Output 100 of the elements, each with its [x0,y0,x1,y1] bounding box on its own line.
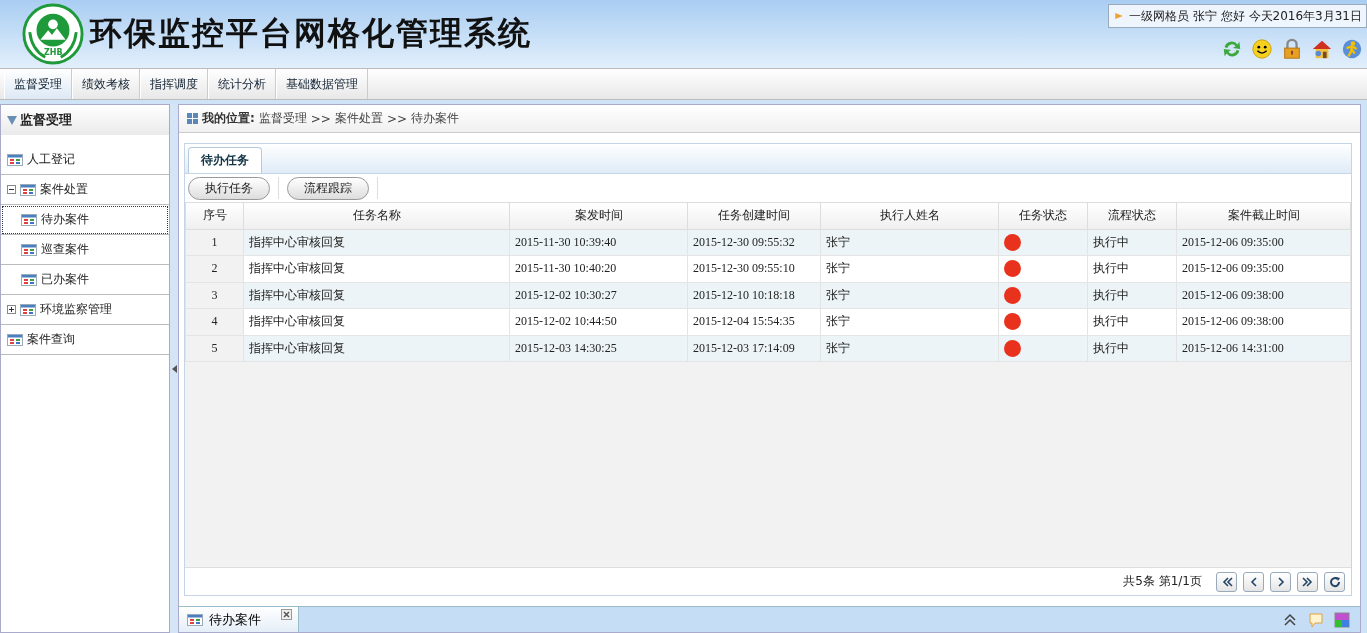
table-cell: 2015-12-06 09:35:00 [1176,255,1351,282]
table-cell: 2015-12-06 09:35:00 [1176,229,1351,256]
refresh-button[interactable] [1324,571,1345,592]
first-page-button[interactable] [1216,571,1237,592]
previous-page-button[interactable] [1243,571,1264,592]
double-chevron-up-icon[interactable] [1282,611,1298,628]
collapse-arrow-icon[interactable] [171,364,177,373]
breadcrumb-separator: >> [386,111,408,126]
lock-icon[interactable] [1281,38,1303,60]
table-row[interactable]: 1 指挥中心审核回复 2015-11-30 10:39:40 2015-12-30 09:55:32 张宁 执行中 2015-12-06 09:35:00 [185,229,1351,256]
pager-summary: 共5条 第1/1页 [1123,573,1202,590]
table-cell: 2015-12-06 09:38:00 [1176,282,1351,309]
tree-item[interactable]: 巡查案件 [1,235,169,265]
grid-icon [7,333,23,346]
grid-icon [20,183,36,196]
tab-label: 待办案件 [209,610,261,629]
table-cell: 2015-12-10 10:18:18 [687,282,821,309]
column-header[interactable]: 序号 [185,203,244,229]
table-cell: 3 [185,282,244,309]
table-cell: 2015-11-30 10:40:20 [509,255,688,282]
close-icon[interactable] [281,609,292,620]
table-cell: 执行中 [1087,229,1177,256]
table-cell: 2015-12-03 14:30:25 [509,335,688,362]
table-cell: 张宁 [820,282,999,309]
collapse-triangle-icon[interactable] [7,115,17,125]
toolbar-button[interactable]: 执行任务 [188,176,270,200]
next-page-button[interactable] [1270,571,1291,592]
column-header[interactable]: 执行人姓名 [820,203,999,229]
menu-tab[interactable]: 统计分析 [208,69,276,99]
grid-icon [21,273,37,286]
grid-icon [20,303,36,316]
breadcrumb-separator: >> [310,111,331,126]
table-cell: 执行中 [1087,335,1177,362]
sidebar-title: 监督受理 [20,111,72,129]
toolbar-button[interactable]: 流程跟踪 [287,176,369,200]
table-cell: 张宁 [820,229,999,256]
menu-tab[interactable]: 绩效考核 [72,69,140,99]
table-cell: 2015-12-03 17:14:09 [687,335,821,362]
tree-item[interactable]: 人工登记 [1,145,169,175]
breadcrumb-label: 我的位置: [202,110,255,127]
menu-tab[interactable]: 指挥调度 [140,69,208,99]
running-figure-icon[interactable] [1341,38,1363,60]
table-row[interactable]: 3 指挥中心审核回复 2015-12-02 10:30:27 2015-12-10 10:18:18 张宁 执行中 2015-12-06 09:38:00 [185,282,1351,309]
tree-label: 人工登记 [27,151,75,168]
breadcrumb-item: 监督受理 [258,110,307,127]
tree-label: 环境监察管理 [40,301,112,318]
grid-icon [21,213,37,226]
grid-squares-icon [187,113,198,124]
leaf-emblem-icon [22,3,84,65]
tree-item[interactable]: 已办案件 [1,265,169,295]
tree-label: 已办案件 [41,271,89,288]
column-header[interactable]: 案件截止时间 [1176,203,1351,229]
tree-item[interactable]: 案件处置 [1,175,169,205]
last-page-icon [1301,575,1314,588]
color-square-icon[interactable] [1334,611,1350,628]
table-cell: 执行中 [1087,255,1177,282]
table-cell: 指挥中心审核回复 [243,255,510,282]
table-cell: 执行中 [1087,282,1177,309]
tree-item[interactable]: 环境监察管理 [1,295,169,325]
panel-tab[interactable]: 待办任务 [188,147,262,173]
table-cell: 2015-12-06 09:38:00 [1176,308,1351,335]
table-cell: 指挥中心审核回复 [243,335,510,362]
menu-tab[interactable]: 监督受理 [4,69,72,99]
tree-label: 案件处置 [40,181,88,198]
smiley-icon[interactable] [1251,38,1273,60]
menu-tab[interactable]: 基础数据管理 [276,69,368,99]
table-cell: 2015-12-02 10:44:50 [509,308,688,335]
house-icon[interactable] [1311,38,1333,60]
bottom-tab[interactable]: 待办案件 [179,607,299,632]
table-row[interactable]: 2 指挥中心审核回复 2015-11-30 10:40:20 2015-12-30 09:55:10 张宁 执行中 2015-12-06 09:35:00 [185,255,1351,282]
table-cell: 2015-12-30 09:55:32 [687,229,821,256]
plus-box-icon[interactable] [7,305,16,314]
table-cell: 2015-12-06 14:31:00 [1176,335,1351,362]
table-cell: 2015-11-30 10:39:40 [509,229,688,256]
minus-box-icon[interactable] [7,185,16,194]
refresh-icon [1328,575,1341,588]
tree-item[interactable]: 待办案件 [1,205,169,235]
grid-icon [21,243,37,256]
table-cell: 张宁 [820,255,999,282]
column-header[interactable]: 流程状态 [1087,203,1177,229]
column-header[interactable]: 任务创建时间 [687,203,821,229]
last-page-button[interactable] [1297,571,1318,592]
table-row[interactable]: 4 指挥中心审核回复 2015-12-02 10:44:50 2015-12-04 15:54:35 张宁 执行中 2015-12-06 09:38:00 [185,308,1351,335]
table-cell: 2015-12-02 10:30:27 [509,282,688,309]
grid-icon [7,153,23,166]
table-cell: 张宁 [820,335,999,362]
table-row[interactable]: 5 指挥中心审核回复 2015-12-03 14:30:25 2015-12-03 17:14:09 张宁 执行中 2015-12-06 14:31:00 [185,335,1351,362]
tree-item[interactable]: 案件查询 [1,325,169,355]
table-cell: 指挥中心审核回复 [243,282,510,309]
tree-label: 待办案件 [41,211,89,228]
table-cell: 执行中 [1087,308,1177,335]
column-header[interactable]: 任务名称 [243,203,510,229]
table-cell: 指挥中心审核回复 [243,229,510,256]
table-cell: 2 [185,255,244,282]
table-cell: 4 [185,308,244,335]
table-cell: 5 [185,335,244,362]
table-cell: 1 [185,229,244,256]
column-header[interactable]: 任务状态 [998,203,1088,229]
grid-icon [187,613,203,626]
column-header[interactable]: 案发时间 [509,203,688,229]
